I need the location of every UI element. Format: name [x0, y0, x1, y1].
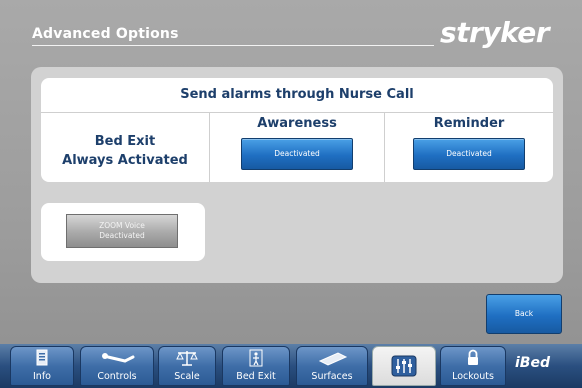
- patient-controls-icon: [81, 349, 153, 367]
- nurse-call-heading: Send alarms through Nurse Call: [41, 78, 553, 113]
- scale-icon: [159, 349, 215, 367]
- tab-info-label: Info: [33, 371, 51, 382]
- tab-bed-exit-label: Bed Exit: [236, 371, 276, 382]
- zoom-voice-state: Deactivated: [99, 231, 145, 240]
- title-underline: [32, 45, 434, 46]
- tab-surfaces-label: Surfaces: [311, 371, 353, 382]
- surfaces-icon: [297, 349, 367, 367]
- advanced-options-screen: Advanced Options stryker Send alarms thr…: [0, 0, 582, 388]
- zoom-voice-label: ZOOM Voice: [99, 221, 145, 230]
- awareness-label: Awareness: [257, 116, 337, 131]
- tab-advanced-options[interactable]: [372, 346, 436, 386]
- stryker-logo: stryker: [440, 16, 550, 49]
- reminder-toggle-button[interactable]: Deactivated: [413, 138, 525, 170]
- tab-scale-label: Scale: [174, 371, 200, 382]
- zoom-voice-button[interactable]: ZOOM Voice Deactivated: [66, 214, 178, 248]
- bed-exit-value: Always Activated: [62, 152, 188, 168]
- tab-lockouts[interactable]: Lockouts: [440, 346, 506, 386]
- bed-exit-label: Bed Exit: [94, 133, 156, 149]
- back-button[interactable]: Back: [486, 294, 562, 334]
- reminder-label: Reminder: [433, 116, 505, 131]
- tab-surfaces[interactable]: Surfaces: [296, 346, 368, 386]
- tab-controls[interactable]: Controls: [80, 346, 154, 386]
- tab-controls-label: Controls: [97, 371, 137, 382]
- tab-info[interactable]: Info: [10, 346, 74, 386]
- ibed-logo: iBed: [515, 355, 550, 371]
- lock-icon: [441, 349, 505, 367]
- page-title: Advanced Options: [32, 26, 179, 42]
- nurse-call-alarms-card: Send alarms through Nurse Call Bed Exit …: [41, 78, 553, 182]
- info-icon: [11, 349, 73, 367]
- bed-exit-icon: [223, 349, 289, 367]
- tab-lockouts-label: Lockouts: [452, 371, 494, 382]
- tab-bed-exit[interactable]: Bed Exit: [222, 346, 290, 386]
- awareness-toggle-button[interactable]: Deactivated: [241, 138, 353, 170]
- bed-exit-status: Bed Exit Always Activated: [41, 113, 209, 182]
- sliders-icon: [373, 355, 435, 377]
- tab-scale[interactable]: Scale: [158, 346, 216, 386]
